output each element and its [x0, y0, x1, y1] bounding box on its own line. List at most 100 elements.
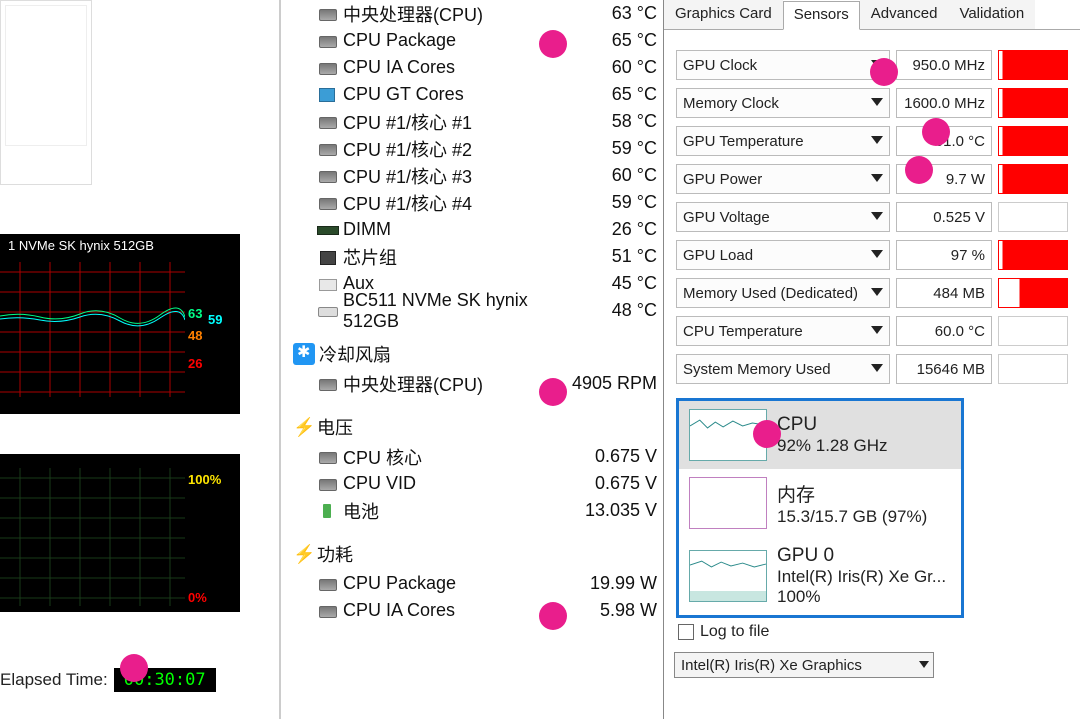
perf-memory[interactable]: 内存 15.3/15.7 GB (97%) — [679, 469, 961, 537]
fan-row[interactable]: 中央处理器(CPU)4905 RPM — [281, 370, 661, 397]
perf-cpu[interactable]: CPU 92% 1.28 GHz — [679, 401, 961, 469]
tree-value: 60 °C — [563, 57, 661, 78]
sensor-name-dropdown[interactable]: System Memory Used — [676, 354, 890, 384]
gpu-selector-value: Intel(R) Iris(R) Xe Graphics — [681, 657, 862, 674]
perf-gpu[interactable]: GPU 0 Intel(R) Iris(R) Xe Gr... 100% — [679, 537, 961, 615]
legend-b: 59 — [208, 312, 222, 327]
chevron-down-icon — [919, 661, 929, 668]
tree-label: CPU 核心 — [343, 444, 563, 470]
tree-label: 中央处理器(CPU) — [343, 1, 563, 27]
sensor-name-dropdown[interactable]: GPU Clock — [676, 50, 890, 80]
tree-label: BC511 NVMe SK hynix 512GB — [343, 290, 563, 332]
legend-a: 63 — [188, 306, 202, 321]
sensor-name-label: Memory Used (Dedicated) — [683, 285, 858, 302]
fan-section-header[interactable]: 冷却风扇 — [281, 338, 661, 370]
temp-row[interactable]: 中央处理器(CPU)63 °C — [281, 0, 661, 27]
usage-legend-bottom: 0% — [188, 590, 207, 605]
tree-label: 芯片组 — [343, 244, 563, 270]
power-row[interactable]: CPU IA Cores5.98 W — [281, 597, 661, 624]
chip-icon — [317, 114, 339, 130]
sensor-mini-graph — [998, 354, 1068, 384]
sensor-name-dropdown[interactable]: CPU Temperature — [676, 316, 890, 346]
sensor-value: 950.0 MHz — [896, 50, 992, 80]
sensor-mini-graph — [998, 126, 1068, 156]
tree-label: CPU Package — [343, 30, 563, 51]
tree-value: 0.675 V — [563, 446, 661, 467]
annotation-dot — [539, 378, 567, 406]
tree-value: 63 °C — [563, 3, 661, 24]
volt-row[interactable]: 电池13.035 V — [281, 497, 661, 524]
volt-row[interactable]: CPU 核心0.675 V — [281, 443, 661, 470]
temp-row[interactable]: CPU Package65 °C — [281, 27, 661, 54]
tab-advanced[interactable]: Advanced — [860, 0, 949, 29]
temp-row[interactable]: DIMM26 °C — [281, 216, 661, 243]
chevron-down-icon — [871, 212, 883, 220]
temp-row[interactable]: CPU GT Cores65 °C — [281, 81, 661, 108]
chip-icon — [317, 195, 339, 211]
sensor-name-label: System Memory Used — [683, 361, 831, 378]
temp-row[interactable]: BC511 NVMe SK hynix 512GB48 °C — [281, 297, 661, 324]
sensor-row: GPU Temperature61.0 °C — [664, 122, 1080, 160]
temp-row[interactable]: CPU #1/核心 #158 °C — [281, 108, 661, 135]
gpu-selector-combo[interactable]: Intel(R) Iris(R) Xe Graphics — [674, 652, 934, 678]
sensor-table: GPU Clock950.0 MHzMemory Clock1600.0 MHz… — [664, 46, 1080, 388]
voltage-section-header[interactable]: 电压 — [281, 411, 661, 443]
sensor-name-dropdown[interactable]: GPU Power — [676, 164, 890, 194]
volt-row[interactable]: CPU VID0.675 V — [281, 470, 661, 497]
tree-label: CPU #1/核心 #2 — [343, 136, 563, 162]
sensor-name-dropdown[interactable]: GPU Temperature — [676, 126, 890, 156]
sensor-row: System Memory Used15646 MB — [664, 350, 1080, 388]
annotation-dot — [539, 602, 567, 630]
chip-icon — [317, 603, 339, 619]
sensor-mini-graph — [998, 164, 1068, 194]
chip-icon — [317, 576, 339, 592]
sensor-name-label: GPU Temperature — [683, 133, 804, 150]
batt-icon — [317, 503, 339, 519]
sensor-name-dropdown[interactable]: GPU Load — [676, 240, 890, 270]
sensor-value: 60.0 °C — [896, 316, 992, 346]
power-row[interactable]: CPU Package19.99 W — [281, 570, 661, 597]
tree-value: 59 °C — [563, 138, 661, 159]
chipset-icon — [317, 249, 339, 265]
tree-value: 48 °C — [563, 300, 661, 321]
temp-row[interactable]: CPU IA Cores60 °C — [281, 54, 661, 81]
task-manager-performance[interactable]: CPU 92% 1.28 GHz 内存 15.3/15.7 GB (97%) G… — [676, 398, 964, 618]
temp-row[interactable]: CPU #1/核心 #259 °C — [281, 135, 661, 162]
sensor-row: GPU Load97 % — [664, 236, 1080, 274]
aux-icon — [317, 276, 339, 292]
tree-value: 26 °C — [563, 219, 661, 240]
sensor-name-label: GPU Clock — [683, 57, 757, 74]
temp-row[interactable]: CPU #1/核心 #459 °C — [281, 189, 661, 216]
temp-row[interactable]: CPU #1/核心 #360 °C — [281, 162, 661, 189]
sensor-name-dropdown[interactable]: GPU Voltage — [676, 202, 890, 232]
temp-row[interactable]: 芯片组51 °C — [281, 243, 661, 270]
power-header-label: 功耗 — [317, 541, 661, 567]
tab-graphics-card[interactable]: Graphics Card — [664, 0, 783, 29]
chip-icon — [317, 376, 339, 392]
perf-gpu-thumb — [689, 550, 767, 602]
tree-label: CPU #1/核心 #1 — [343, 109, 563, 135]
log-to-file-row[interactable]: Log to file — [664, 618, 1080, 646]
tab-validation[interactable]: Validation — [948, 0, 1035, 29]
sensor-name-dropdown[interactable]: Memory Clock — [676, 88, 890, 118]
sensor-name-label: Memory Clock — [683, 95, 779, 112]
tree-label: DIMM — [343, 219, 563, 240]
chevron-down-icon — [871, 326, 883, 334]
power-section-header[interactable]: 功耗 — [281, 538, 661, 570]
tab-sensors[interactable]: Sensors — [783, 1, 860, 30]
tree-label: 中央处理器(CPU) — [343, 371, 563, 397]
legend-d: 26 — [188, 356, 202, 371]
log-checkbox[interactable] — [678, 624, 694, 640]
left-preview-box — [0, 0, 92, 185]
sensor-tree[interactable]: 中央处理器(CPU)63 °CCPU Package65 °CCPU IA Co… — [281, 0, 661, 719]
tree-value: 58 °C — [563, 111, 661, 132]
temp-graph-panel: 1 NVMe SK hynix 512GB 63 59 48 26 — [0, 234, 240, 414]
tree-label: CPU IA Cores — [343, 57, 563, 78]
tree-label: CPU VID — [343, 473, 563, 494]
annotation-dot — [922, 118, 950, 146]
tree-value: 0.675 V — [563, 473, 661, 494]
sensor-name-dropdown[interactable]: Memory Used (Dedicated) — [676, 278, 890, 308]
ssd-icon — [317, 303, 339, 319]
dimm-icon — [317, 222, 339, 238]
annotation-dot — [539, 30, 567, 58]
